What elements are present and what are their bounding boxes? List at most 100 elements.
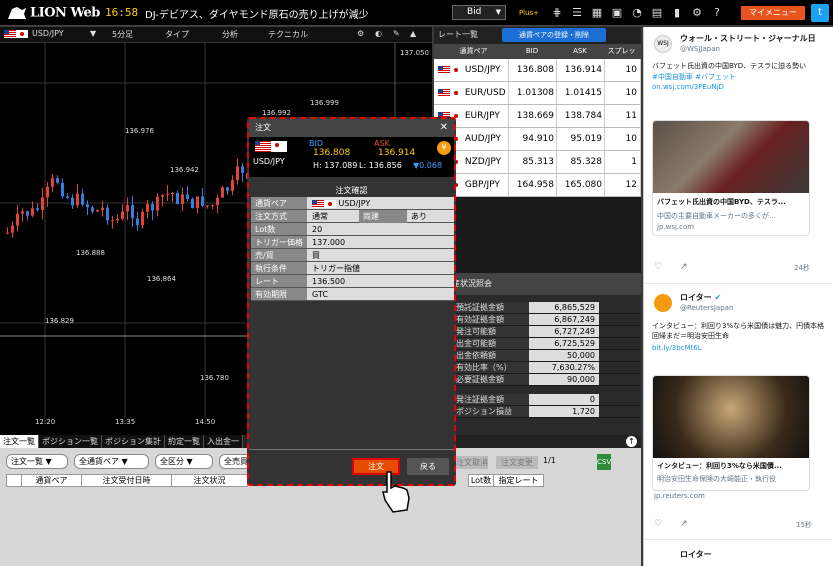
detail-label: トリガー価格 [251,236,307,248]
cancel-order-button[interactable]: 注文取消 [456,456,488,469]
flag-icon [312,199,324,208]
candle-body [156,196,159,211]
chart-pair-select[interactable]: USD/JPY [32,29,64,38]
bid-price[interactable]: 136.808 [313,148,350,158]
tab-execution-list[interactable]: 約定一覧 [165,435,204,448]
bid-cell[interactable]: 138.669 [509,105,557,127]
bid-ask-select[interactable]: Bid ▼ [452,5,506,20]
detail-value-text: 通常 [312,212,328,221]
share-icon[interactable]: ↗ [680,519,688,529]
candle-body [146,203,149,212]
yen-icon[interactable]: ¥ [437,141,451,155]
card-title: バフェット氏出資の中国BYD、テスラ... [657,198,786,206]
ask-cell[interactable]: 165.080 [557,174,605,196]
rate-row[interactable]: AUD/JPY 94.910 95.019 10 [434,128,641,151]
avatar[interactable] [654,294,672,312]
spread-cell: 10 [605,128,641,150]
rate-board-icon[interactable]: ⋕ [550,6,564,20]
candle-body [21,211,24,214]
draw-icon[interactable]: ◐ [375,29,382,38]
ask-cell[interactable]: 138.784 [557,105,605,127]
bid-cell[interactable]: 85.313 [509,151,557,173]
tweet-author[interactable]: ロイター [680,549,712,560]
tweet-handle[interactable]: @ReutersJapan [680,304,733,312]
report-icon[interactable]: ▤ [650,6,664,20]
settings-icon[interactable]: ⚙ [357,29,364,38]
ask-cell[interactable]: 95.019 [557,128,605,150]
tweet-link[interactable]: on.wsj.com/3PEuNjD [652,83,724,91]
pie-chart-icon[interactable]: ◔ [630,6,644,20]
chart-type-select[interactable]: タイプ [165,29,189,40]
currency-pair-select[interactable]: 全通貨ペア ▼ [74,454,149,469]
scroll-top-icon[interactable]: ↑ [626,436,637,447]
tweet-hashtags[interactable]: #中国自動車 #バフェット [652,72,736,82]
tweet-time[interactable]: 24秒 [794,263,810,273]
tab-order-list[interactable]: 注文一覧 [0,435,39,448]
author-name: ロイター [680,293,712,302]
price-axis-label: 137.050 [400,49,429,57]
change-order-button[interactable]: 注文変更 [496,456,538,469]
rate-row[interactable]: USD/JPY 136.808 136.914 10 [434,59,641,82]
avatar[interactable]: WSJ [654,35,672,53]
register-pair-button[interactable]: 通貨ペアの登録・削除 [502,28,606,42]
calendar-icon[interactable]: ▣ [610,6,624,20]
order-type-select[interactable]: 注文一覧 ▼ [6,454,68,469]
tweet-card[interactable]: バフェット氏出資の中国BYD、テスラ... 中国の主要自動車メーカーの多くが… … [652,120,810,236]
rate-row[interactable]: EUR/USD 1.01308 1.01415 10 [434,82,641,105]
bid-cell[interactable]: 136.808 [509,59,557,81]
news-ticker[interactable]: DJ-デビアス、ダイヤモンド原石の売り上げが減少 [145,6,369,21]
twitter-icon[interactable]: t [811,4,829,22]
rate-list-panel: レート一覧 通貨ペアの登録・削除 通貨ペア BID ASK スプレッ USD/J… [434,27,641,273]
asset-value: 50,000 [529,350,599,361]
tweet-card[interactable]: インタビュー：利回り3%なら米国債... 明治安田生命保険の大崎能正・執行役 [652,375,810,491]
chevron-down-icon[interactable]: ▼ [90,29,96,38]
help-icon[interactable]: ? [710,6,724,20]
tweet-author[interactable]: ウォール・ストリート・ジャーナル日 [680,33,816,44]
bid-cell[interactable]: 94.910 [509,128,557,150]
ask-cell[interactable]: 136.914 [557,59,605,81]
tab-deposit-list[interactable]: 入出金一 [204,435,243,448]
like-icon[interactable]: ♡ [654,262,662,272]
category-select[interactable]: 全区分 ▼ [155,454,213,469]
order-icon[interactable]: ☰ [570,6,584,20]
eraser-icon[interactable]: ▲ [410,29,416,38]
tweet-link[interactable]: bit.ly/3bcMt6L [652,344,702,352]
flag-icon [450,88,462,97]
rate-row[interactable]: GBP/JPY 164.958 165.080 12 [434,174,641,197]
analysis-select[interactable]: 分析 [222,29,238,40]
dialog-titlebar: 注文 ✕ [249,119,454,137]
rate-row[interactable]: EUR/JPY 138.669 138.784 11 [434,105,641,128]
interval-select[interactable]: 5分足 [112,29,133,40]
bid-cell[interactable]: 164.958 [509,174,557,196]
candle-body [101,207,104,211]
tweet-time[interactable]: 15秒 [796,520,812,530]
ask-price[interactable]: 136.914 [378,148,415,158]
share-icon[interactable]: ↗ [680,262,688,272]
rate-row[interactable]: NZD/JPY 85.313 85.328 1 [434,151,641,174]
tab-position-summary[interactable]: ポジション集計 [102,435,165,448]
candle-body [111,220,114,222]
detail-value-text: USD/JPY [338,199,371,208]
gear-icon[interactable]: ⚙ [690,6,704,20]
tab-rate-list[interactable]: レート一覧 [438,29,478,40]
tweet-handle[interactable]: @WSJJapan [680,45,720,53]
col-received: 注文受付日時 [82,474,172,487]
my-menu-button[interactable]: マイメニュー [741,6,805,20]
lion-web-logo[interactable]: LION Web [6,5,100,21]
ask-cell[interactable]: 1.01415 [557,82,605,104]
chart-icon[interactable]: ▦ [590,6,604,20]
price-label: 136.999 [310,99,339,107]
logo-text: LION Web [30,5,100,21]
like-icon[interactable]: ♡ [654,519,662,529]
bid-cell[interactable]: 1.01308 [509,82,557,104]
pen-icon[interactable]: ✎ [393,29,400,38]
tweet-author[interactable]: ロイター ✔ [680,292,721,303]
technical-select[interactable]: テクニカル [268,29,308,40]
select-value: 全売買 [224,457,248,466]
csv-export-icon[interactable]: CSV [597,454,611,470]
lion-plus-icon[interactable]: Plus+ [514,6,544,20]
ask-cell[interactable]: 85.328 [557,151,605,173]
tab-position-list[interactable]: ポジション一覧 [39,435,102,448]
news-icon[interactable]: ▮ [670,6,684,20]
close-icon[interactable]: ✕ [440,119,448,137]
